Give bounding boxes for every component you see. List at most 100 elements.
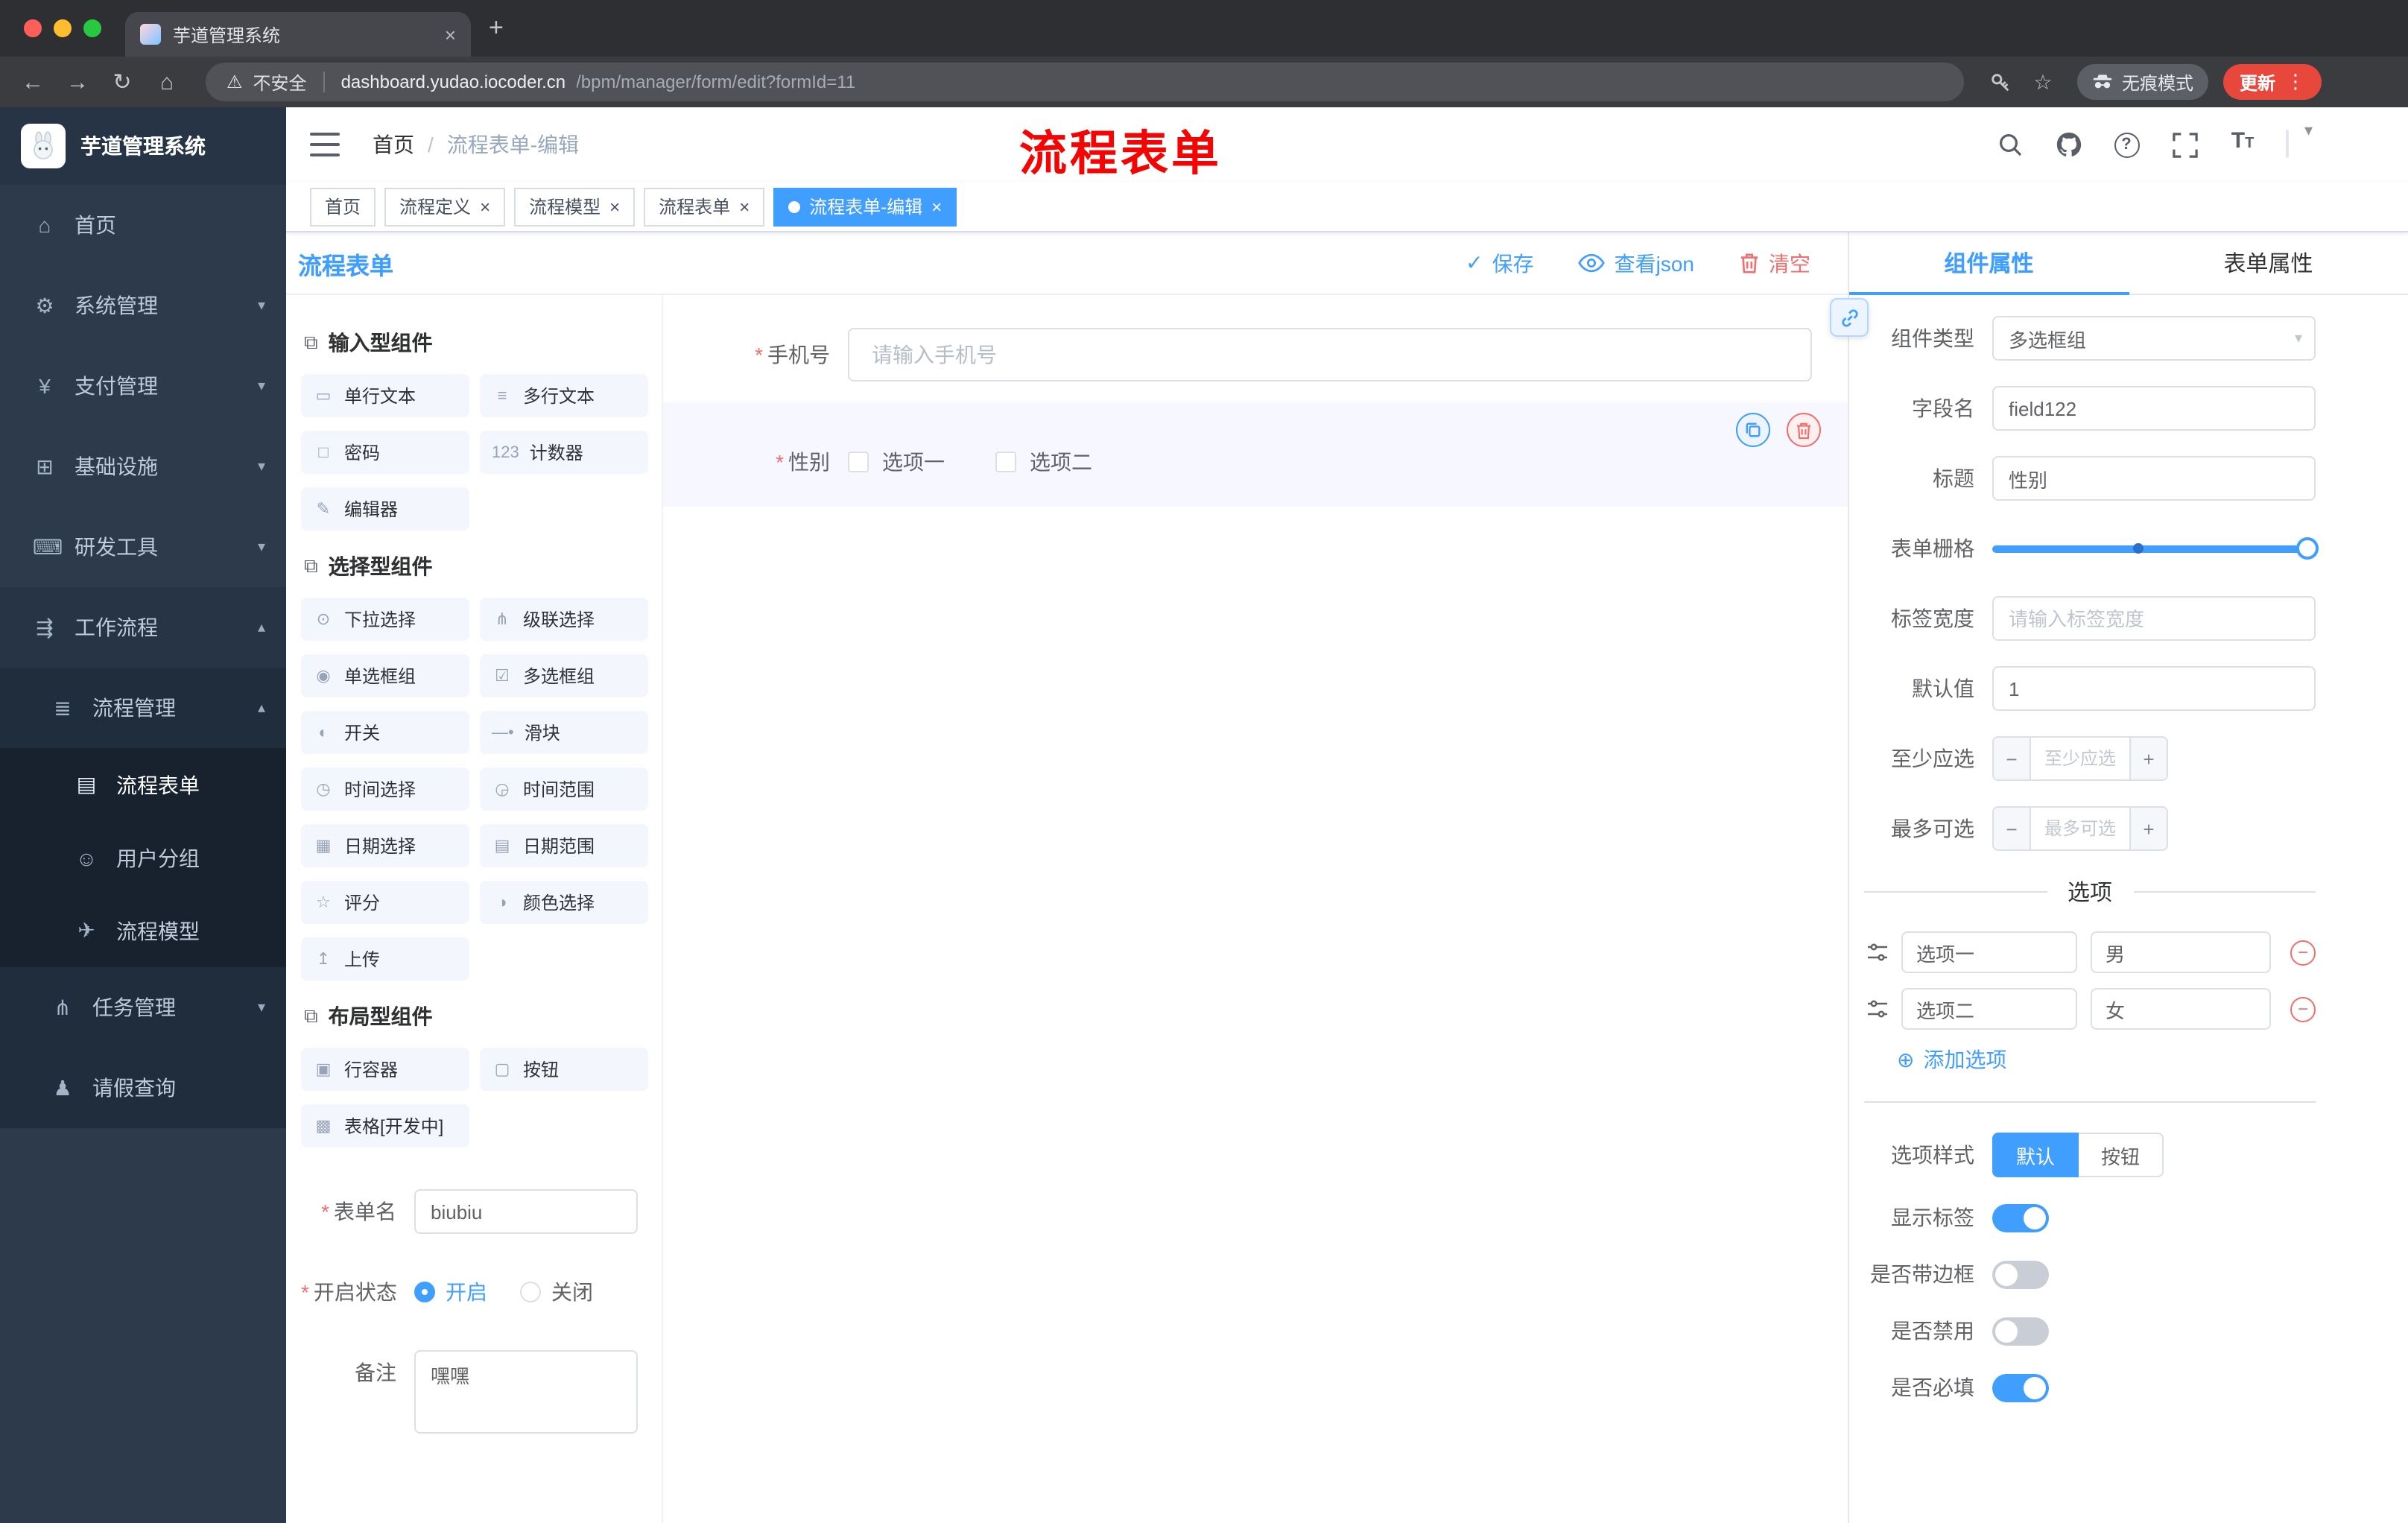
collapse-menu-icon[interactable] xyxy=(310,133,340,156)
address-bar[interactable]: ⚠ 不安全 dashboard.yudao.iocoder.cn/bpm/man… xyxy=(206,63,1964,101)
form-name-input[interactable] xyxy=(414,1189,638,1234)
phone-input[interactable] xyxy=(848,328,1812,381)
remark-textarea[interactable]: 嘿嘿 xyxy=(414,1350,638,1434)
with-border-toggle[interactable] xyxy=(1992,1260,2049,1288)
breadcrumb-home[interactable]: 首页 xyxy=(373,130,414,159)
sidebar-item-process-form[interactable]: ▤ 流程表单 xyxy=(0,748,286,821)
decrease-button[interactable]: − xyxy=(1994,808,2031,849)
max-select-input[interactable] xyxy=(2031,808,2129,849)
palette-item-rate[interactable]: ☆ 评分 xyxy=(301,881,469,924)
palette-item-select[interactable]: ⊙ 下拉选择 xyxy=(301,598,469,641)
palette-item-row-container[interactable]: ▣ 行容器 xyxy=(301,1048,469,1091)
security-label[interactable]: 不安全 xyxy=(253,69,307,95)
remove-option-button[interactable]: − xyxy=(2290,996,2316,1022)
palette-item-editor[interactable]: ✎ 编辑器 xyxy=(301,487,469,531)
tag-process-definition[interactable]: 流程定义 × xyxy=(384,187,506,226)
form-grid-slider[interactable] xyxy=(1992,526,2319,571)
palette-item-checkbox-group[interactable]: ☑ 多选框组 xyxy=(480,654,648,697)
font-size-icon[interactable]: TT xyxy=(2226,128,2259,161)
status-on-radio[interactable]: 开启 xyxy=(414,1270,487,1314)
label-width-input[interactable] xyxy=(1992,596,2316,641)
palette-item-upload[interactable]: ↥ 上传 xyxy=(301,937,469,981)
sidebar-item-infrastructure[interactable]: ⊞ 基础设施 ▾ xyxy=(0,426,286,507)
tab-component-props[interactable]: 组件属性 xyxy=(1849,232,2129,295)
field-phone[interactable]: * 手机号 xyxy=(699,328,1812,381)
window-zoom-button[interactable] xyxy=(83,19,101,37)
copy-field-button[interactable] xyxy=(1736,413,1770,447)
option-2-value-input[interactable] xyxy=(2091,988,2271,1030)
sidebar-item-home[interactable]: ⌂ 首页 xyxy=(0,185,286,265)
browser-tab[interactable]: 芋道管理系统 × xyxy=(125,12,471,57)
palette-item-time-picker[interactable]: ◷ 时间选择 xyxy=(301,767,469,811)
palette-item-date-range[interactable]: ▤ 日期范围 xyxy=(480,824,648,867)
style-button-button[interactable]: 按钮 xyxy=(2079,1133,2164,1177)
show-label-toggle[interactable] xyxy=(1992,1203,2049,1232)
user-avatar[interactable] xyxy=(2286,130,2289,158)
required-toggle[interactable] xyxy=(1992,1373,2049,1402)
window-minimize-button[interactable] xyxy=(54,19,72,37)
palette-item-textarea[interactable]: ≡ 多行文本 xyxy=(480,374,648,417)
style-default-button[interactable]: 默认 xyxy=(1992,1133,2079,1177)
field-gender-selected[interactable]: * 性别 选项一 选项二 xyxy=(663,402,1848,507)
palette-item-radio-group[interactable]: ◉ 单选框组 xyxy=(301,654,469,697)
tag-process-form-edit[interactable]: 流程表单-编辑 × xyxy=(773,187,957,226)
sidebar-item-leave-query[interactable]: ♟ 请假查询 xyxy=(0,1048,286,1128)
palette-item-color-picker[interactable]: ◑ 颜色选择 xyxy=(480,881,648,924)
bookmark-star-icon[interactable]: ☆ xyxy=(2024,63,2062,101)
window-close-button[interactable] xyxy=(24,19,42,37)
component-type-select[interactable]: 多选框组 ▾ xyxy=(1992,316,2316,361)
palette-item-counter[interactable]: 123 计数器 xyxy=(480,431,648,474)
link-icon[interactable] xyxy=(1830,298,1869,337)
back-icon[interactable]: ← xyxy=(12,63,54,101)
increase-button[interactable]: + xyxy=(2129,738,2167,779)
remove-option-button[interactable]: − xyxy=(2290,940,2316,965)
tag-close-icon[interactable]: × xyxy=(609,196,620,217)
tag-process-form[interactable]: 流程表单 × xyxy=(644,187,765,226)
palette-item-single-line-text[interactable]: ▭ 单行文本 xyxy=(301,374,469,417)
fullscreen-icon[interactable] xyxy=(2168,128,2201,161)
forward-icon[interactable]: → xyxy=(57,63,98,101)
app-logo[interactable]: 芋道管理系统 xyxy=(0,107,286,185)
increase-button[interactable]: + xyxy=(2129,808,2167,849)
delete-field-button[interactable] xyxy=(1787,413,1821,447)
browser-menu-icon[interactable]: ⋮ xyxy=(2286,70,2305,94)
search-icon[interactable] xyxy=(1994,128,2027,161)
slider-handle[interactable] xyxy=(2296,537,2319,560)
default-value-input[interactable] xyxy=(1992,666,2316,711)
view-json-button[interactable]: 查看json xyxy=(1578,248,1694,278)
new-tab-button[interactable]: + xyxy=(489,13,504,43)
palette-item-password[interactable]: □ 密码 xyxy=(301,431,469,474)
decrease-button[interactable]: − xyxy=(1994,738,2031,779)
save-button[interactable]: ✓ 保存 xyxy=(1466,248,1533,278)
gender-option-1-checkbox[interactable]: 选项一 xyxy=(848,447,945,477)
palette-item-table[interactable]: ▩ 表格[开发中] xyxy=(301,1104,469,1147)
sidebar-item-user-group[interactable]: ☺ 用户分组 xyxy=(0,821,286,894)
palette-item-cascader[interactable]: ⋔ 级联选择 xyxy=(480,598,648,641)
github-icon[interactable] xyxy=(2052,128,2085,161)
min-select-input[interactable] xyxy=(2031,738,2129,779)
clear-button[interactable]: 清空 xyxy=(1739,248,1810,278)
avatar-caret-icon[interactable]: ▾ xyxy=(2304,121,2313,140)
sidebar-item-process-model[interactable]: ✈ 流程模型 xyxy=(0,894,286,967)
drag-handle-icon[interactable] xyxy=(1867,1000,1888,1018)
tag-close-icon[interactable]: × xyxy=(480,196,490,217)
palette-item-time-range[interactable]: ◶ 时间范围 xyxy=(480,767,648,811)
tag-home[interactable]: 首页 xyxy=(310,187,376,226)
tag-close-icon[interactable]: × xyxy=(931,196,942,217)
palette-item-button[interactable]: ▢ 按钮 xyxy=(480,1048,648,1091)
reload-icon[interactable]: ↻ xyxy=(101,63,143,101)
sidebar-item-workflow[interactable]: ⇶ 工作流程 ▴ xyxy=(0,587,286,668)
palette-item-slider[interactable]: ―• 滑块 xyxy=(480,711,648,754)
field-name-input[interactable] xyxy=(1992,386,2316,431)
tag-process-model[interactable]: 流程模型 × xyxy=(514,187,636,226)
update-button[interactable]: 更新 ⋮ xyxy=(2222,64,2322,100)
sidebar-item-task-management[interactable]: ⋔ 任务管理 ▾ xyxy=(0,967,286,1048)
disabled-toggle[interactable] xyxy=(1992,1317,2049,1345)
sidebar-item-process-management[interactable]: ≣ 流程管理 ▴ xyxy=(0,668,286,748)
sidebar-item-system-management[interactable]: ⚙ 系统管理 ▾ xyxy=(0,265,286,346)
help-icon[interactable]: ? xyxy=(2110,128,2143,161)
tab-close-icon[interactable]: × xyxy=(445,23,456,45)
status-off-radio[interactable]: 关闭 xyxy=(520,1270,593,1314)
gender-option-2-checkbox[interactable]: 选项二 xyxy=(995,447,1092,477)
option-2-name-input[interactable] xyxy=(1901,988,2077,1030)
